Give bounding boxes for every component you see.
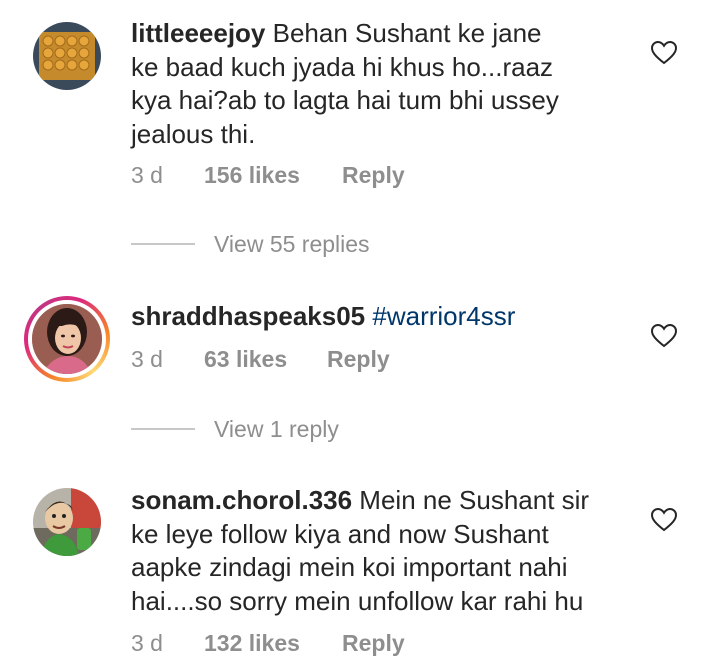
comment-likes[interactable]: 63 likes	[204, 344, 287, 374]
avatar[interactable]	[24, 296, 110, 382]
reply-button[interactable]: Reply	[342, 160, 405, 190]
comments-screen: littleeeejoy Behan Sushant ke jane ke ba…	[0, 0, 719, 660]
comment-text: shraddhaspeaks05 #warrior4ssr	[131, 300, 631, 334]
comment-likes[interactable]: 156 likes	[204, 160, 300, 190]
like-button[interactable]	[651, 41, 677, 65]
woman-portrait-avatar-icon	[32, 304, 102, 374]
comment-body-line: Mein ne Sushant sir	[352, 485, 590, 515]
comment-username[interactable]: shraddhaspeaks05	[131, 301, 365, 331]
heart-outline-icon	[651, 41, 677, 65]
avatar[interactable]	[33, 22, 101, 90]
hashtag-link[interactable]: #warrior4ssr	[372, 301, 515, 331]
comment-time: 3 d	[131, 346, 163, 372]
reply-button[interactable]: Reply	[327, 344, 390, 374]
comment-body-line: Behan Sushant ke jane	[265, 18, 542, 48]
avatar[interactable]	[33, 488, 101, 556]
cartoon-character-avatar-icon	[33, 488, 101, 556]
comment-body-line: jealous thi.	[131, 118, 256, 149]
comment-body-line: ke leye follow kiya and now Sushant	[131, 518, 549, 549]
comment-username[interactable]: sonam.chorol.336	[131, 485, 352, 515]
view-replies-label: View 55 replies	[214, 231, 370, 257]
reply-button[interactable]: Reply	[342, 628, 405, 658]
comment-likes[interactable]: 132 likes	[204, 628, 300, 658]
replies-divider	[131, 428, 195, 430]
heart-outline-icon	[651, 324, 677, 348]
comment-text: littleeeejoy Behan Sushant ke jane ke ba…	[131, 17, 631, 151]
comment-body-line: kya hai?ab to lagta hai tum bhi ussey	[131, 85, 559, 115]
comment-time: 3 d	[131, 630, 163, 656]
comment-username[interactable]: littleeeejoy	[131, 18, 265, 48]
comment-body-line: hai....so sorry mein unfollow kar rahi h…	[131, 585, 584, 616]
comment-body-line: aapke zindagi mein koi important nahi	[131, 552, 568, 582]
like-button[interactable]	[651, 508, 677, 532]
comment-body-line: ke baad kuch jyada hi khus ho...raaz	[131, 51, 554, 82]
view-replies-label: View 1 reply	[214, 416, 339, 442]
comment-text: sonam.chorol.336 Mein ne Sushant sir ke …	[131, 484, 631, 618]
comment-time: 3 d	[131, 162, 163, 188]
like-button[interactable]	[651, 324, 677, 348]
avatar-image	[32, 304, 102, 374]
replies-divider	[131, 243, 195, 245]
heart-outline-icon	[651, 508, 677, 532]
food-tray-avatar-icon	[33, 22, 101, 90]
